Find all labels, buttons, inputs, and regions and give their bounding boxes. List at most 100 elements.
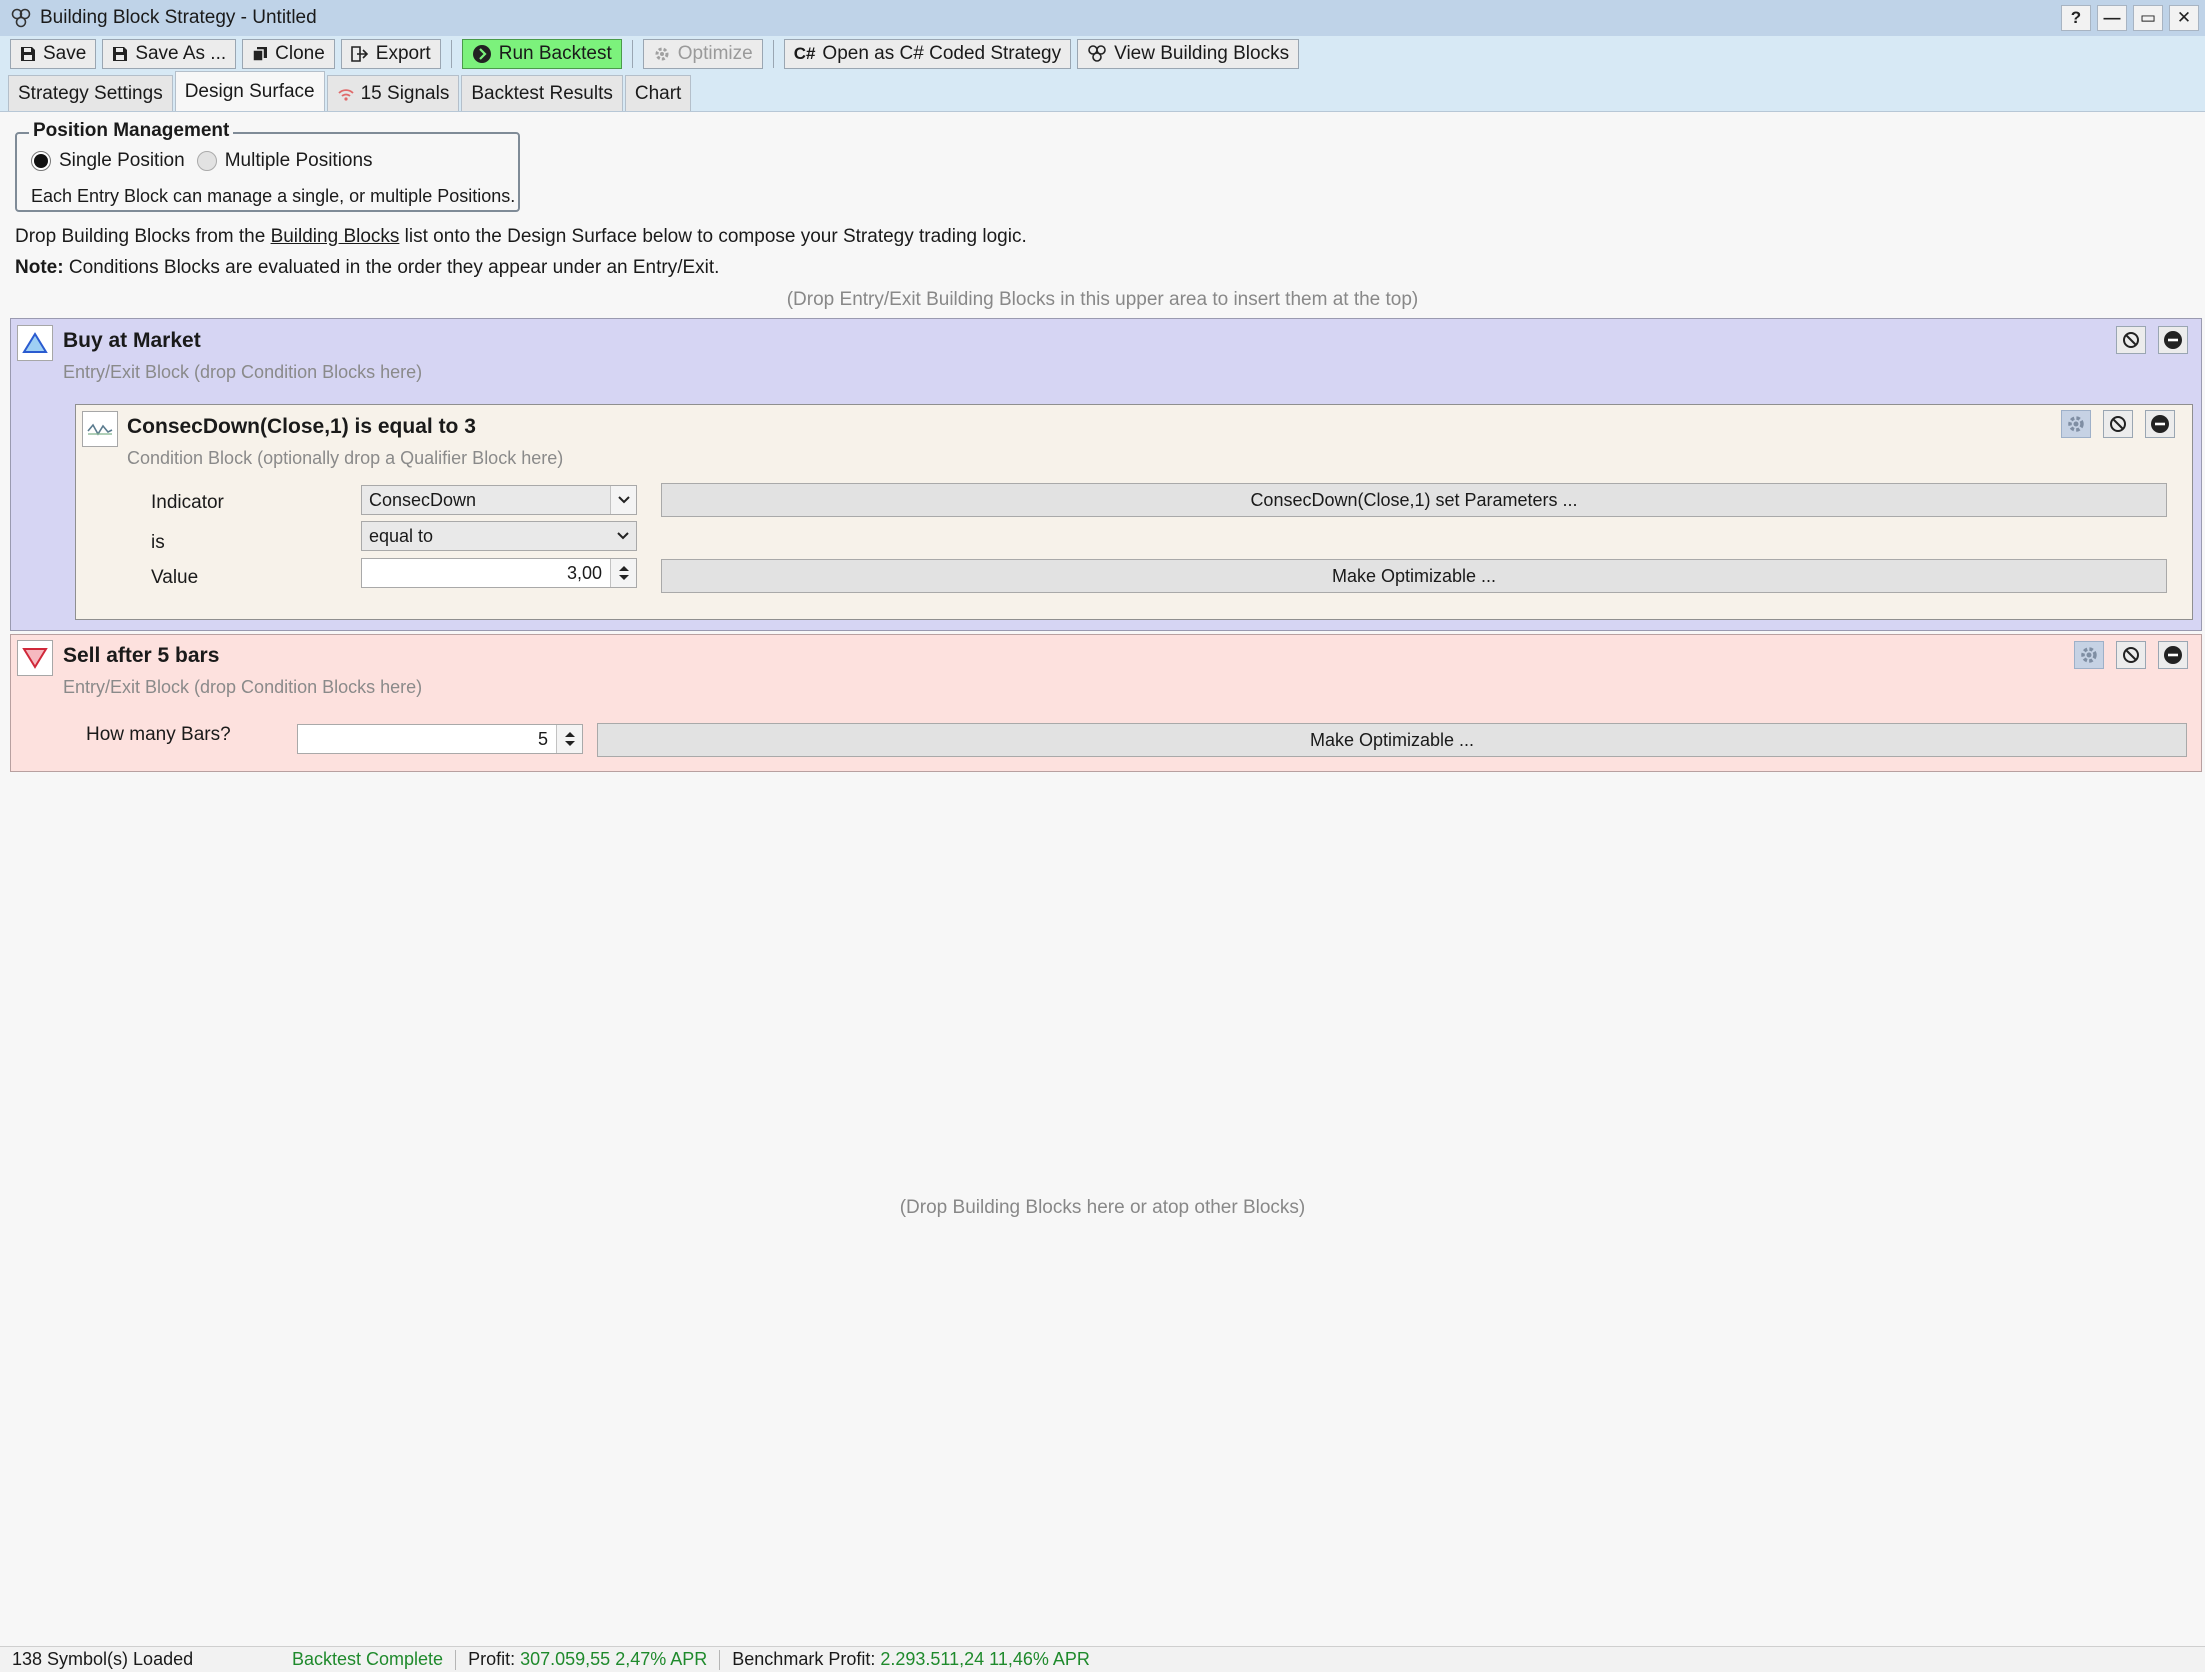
- remove-block-button[interactable]: [2158, 326, 2188, 354]
- bars-spinbox-value: 5: [537, 728, 548, 749]
- toolbar-separator: [772, 40, 774, 68]
- make-optimizable-button[interactable]: Make Optimizable ...: [597, 723, 2187, 757]
- building-blocks-app-icon: [10, 7, 32, 29]
- remove-icon: [2150, 414, 2170, 434]
- building-blocks-icon: [1087, 45, 1107, 63]
- save-label: Save: [43, 43, 87, 64]
- entry-block-title: Buy at Market: [63, 329, 201, 352]
- drop-zone-top[interactable]: (Drop Entry/Exit Building Blocks in this…: [0, 289, 2205, 311]
- save-as-button[interactable]: Save As ...: [102, 39, 237, 69]
- settings-button[interactable]: [2074, 641, 2104, 669]
- note-body: Conditions Blocks are evaluated in the o…: [63, 257, 720, 278]
- tab-bar: Strategy Settings Design Surface 15 Sign…: [0, 71, 2205, 112]
- position-management-legend: Position Management: [29, 120, 234, 142]
- remove-icon: [2163, 330, 2183, 350]
- indicator-label: Indicator: [151, 492, 224, 513]
- floppy-disk-icon: [112, 46, 128, 62]
- spin-buttons[interactable]: [610, 559, 636, 587]
- tab-label: Design Surface: [184, 80, 315, 102]
- disable-icon: [2122, 646, 2140, 664]
- remove-block-button[interactable]: [2145, 410, 2175, 438]
- drop-zone-bottom[interactable]: (Drop Building Blocks here or atop other…: [0, 1197, 2205, 1219]
- backtest-status: Backtest Complete: [292, 1649, 444, 1669]
- profit-summary: Profit: 307.059,55 2,47% APR: [456, 1649, 719, 1670]
- save-as-label: Save As ...: [135, 43, 227, 64]
- position-management-description: Each Entry Block can manage a single, or…: [31, 186, 516, 206]
- title-bar: Building Block Strategy - Untitled ? — ▭…: [0, 0, 2205, 36]
- benchmark-label: Benchmark Profit:: [732, 1649, 876, 1669]
- settings-button[interactable]: [2061, 410, 2091, 438]
- save-button[interactable]: Save: [10, 39, 97, 69]
- tab-signals[interactable]: 15 Signals: [326, 75, 460, 111]
- tab-design-surface[interactable]: Design Surface: [174, 71, 325, 111]
- chevron-down-icon: [610, 486, 636, 514]
- copy-icon: [252, 46, 268, 62]
- run-backtest-button[interactable]: Run Backtest: [461, 39, 622, 69]
- disable-icon: [2122, 331, 2140, 349]
- tab-backtest-results[interactable]: Backtest Results: [461, 75, 623, 111]
- disable-block-button[interactable]: [2116, 326, 2146, 354]
- condition-block-consecdown[interactable]: ConsecDown(Close,1) is equal to 3 Condit…: [75, 404, 2193, 620]
- open-csharp-label: Open as C# Coded Strategy: [822, 43, 1062, 64]
- instructions-post: list onto the Design Surface below to co…: [399, 226, 1027, 247]
- clone-label: Clone: [275, 43, 325, 64]
- run-backtest-label: Run Backtest: [498, 43, 612, 64]
- tab-chart[interactable]: Chart: [624, 75, 692, 111]
- tab-label: Backtest Results: [471, 82, 613, 104]
- gear-icon: [2066, 414, 2086, 434]
- clone-button[interactable]: Clone: [242, 39, 335, 69]
- toolbar-separator: [450, 40, 452, 68]
- optimize-button[interactable]: Optimize: [642, 39, 763, 69]
- make-optimizable-button[interactable]: Make Optimizable ...: [661, 559, 2167, 593]
- tab-strategy-settings[interactable]: Strategy Settings: [8, 75, 173, 111]
- chevron-down-icon: [610, 522, 636, 550]
- building-blocks-link[interactable]: Building Blocks: [271, 226, 400, 247]
- exit-block-title: Sell after 5 bars: [63, 644, 220, 667]
- condition-block-title: ConsecDown(Close,1) is equal to 3: [127, 415, 476, 438]
- up-down-arrows-icon: [564, 732, 575, 746]
- triangle-down-icon: [17, 640, 53, 676]
- exit-block-subtitle: Entry/Exit Block (drop Condition Blocks …: [63, 677, 423, 697]
- entry-block-buy-at-market[interactable]: Buy at Market Entry/Exit Block (drop Con…: [10, 318, 2202, 631]
- symbols-loaded: 138 Symbol(s) Loaded: [12, 1649, 194, 1669]
- bars-spinbox[interactable]: 5: [297, 724, 583, 754]
- disable-block-button[interactable]: [2116, 641, 2146, 669]
- play-circle-icon: [472, 44, 492, 64]
- view-building-blocks-label: View Building Blocks: [1114, 43, 1290, 64]
- entry-block-subtitle: Entry/Exit Block (drop Condition Blocks …: [63, 362, 423, 382]
- toolbar: Save Save As ... Clone Export Run Backte…: [0, 36, 2205, 72]
- note-label: Note:: [15, 257, 64, 278]
- toolbar-separator: [631, 40, 633, 68]
- set-parameters-button[interactable]: ConsecDown(Close,1) set Parameters ...: [661, 483, 2167, 517]
- value-spinbox-value: 3,00: [566, 562, 602, 583]
- help-button[interactable]: ?: [2061, 5, 2091, 31]
- tab-label: Strategy Settings: [18, 82, 163, 104]
- tab-label: Chart: [634, 82, 682, 104]
- maximize-button[interactable]: ▭: [2133, 5, 2163, 31]
- remove-block-button[interactable]: [2158, 641, 2188, 669]
- single-position-radio[interactable]: [31, 151, 51, 171]
- benchmark-summary: Benchmark Profit: 2.293.511,24 11,46% AP…: [720, 1649, 1102, 1670]
- close-button[interactable]: ✕: [2169, 5, 2199, 31]
- optimize-label: Optimize: [677, 43, 753, 64]
- exit-block-sell-after-bars[interactable]: Sell after 5 bars Entry/Exit Block (drop…: [10, 634, 2202, 772]
- open-csharp-button[interactable]: C# Open as C# Coded Strategy: [783, 39, 1072, 69]
- indicator-select[interactable]: ConsecDown: [361, 485, 637, 515]
- single-position-label: Single Position: [59, 150, 185, 171]
- gear-icon: [2079, 645, 2099, 665]
- profit-label: Profit:: [468, 1649, 516, 1669]
- comparison-select[interactable]: equal to: [361, 521, 637, 551]
- instructions-text: Drop Building Blocks from the Building B…: [15, 226, 1027, 248]
- multiple-positions-label: Multiple Positions: [224, 150, 373, 171]
- up-down-arrows-icon: [618, 566, 629, 580]
- view-building-blocks-button[interactable]: View Building Blocks: [1077, 39, 1300, 69]
- minimize-button[interactable]: —: [2097, 5, 2127, 31]
- spin-buttons[interactable]: [556, 725, 582, 753]
- profit-apr: 2,47% APR: [615, 1649, 708, 1669]
- status-bar: 138 Symbol(s) Loaded Backtest Complete P…: [0, 1646, 2205, 1672]
- how-many-bars-label: How many Bars?: [86, 724, 231, 745]
- disable-block-button[interactable]: [2103, 410, 2133, 438]
- export-button[interactable]: Export: [340, 39, 441, 69]
- multiple-positions-radio[interactable]: [196, 151, 217, 171]
- value-spinbox[interactable]: 3,00: [361, 558, 637, 588]
